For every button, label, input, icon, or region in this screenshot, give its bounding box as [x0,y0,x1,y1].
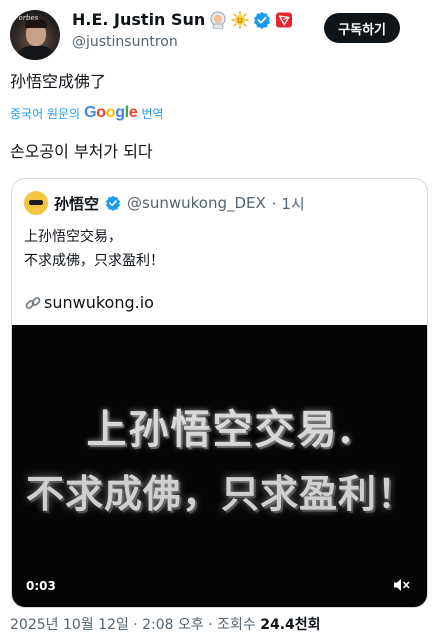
view-count: 24.4천회 [260,617,321,633]
tweet-header: Forbes H.E. Justin Sun @justinsuntron 구독… [10,8,430,60]
video-caption-line-1: 上孙悟空交易. [86,406,355,453]
quoted-author-avatar[interactable] [24,191,48,215]
quoted-link[interactable]: sunwukong.io [24,293,154,312]
author-handle[interactable]: @justinsuntron [72,34,178,50]
avatar-magazine-logo: Forbes [14,14,39,22]
google-logo: Google [84,104,138,121]
quoted-author-name[interactable]: 孙悟空 [54,193,99,214]
subscribe-button[interactable]: 구독하기 [324,13,400,43]
quoted-tweet-header: 孙悟空 @sunwukong_DEX · 1시 [24,191,305,215]
translation-attribution[interactable]: 중국어 원문의 Google 번역 [10,104,164,122]
author-avatar[interactable]: Forbes [10,10,60,60]
translate-suffix: 번역 [141,106,164,121]
video-player[interactable]: 上孙悟空交易. 不求成佛，只求盈利！ 0:03 [12,325,427,607]
quoted-link-text: sunwukong.io [44,293,154,312]
quoted-tweet-body: 上孙悟空交易， 不求成佛，只求盈利！ [24,225,164,273]
quoted-timestamp[interactable]: · 1시 [272,193,305,214]
quoted-line-2: 不求成佛，只求盈利！ [24,253,164,269]
link-chain-icon [25,296,41,309]
sun-emoji-icon [231,11,249,28]
sunglasses-icon [29,200,43,205]
author-display-name[interactable]: H.E. Justin Sun [72,10,205,29]
avatar-suit [16,46,56,60]
quoted-verified-badge-icon [105,195,121,211]
author-name-row: H.E. Justin Sun [72,10,293,29]
tweet-metadata: 2025년 10월 12일 · 2:08 오후 · 조회수 24.4천회 [10,614,321,634]
video-timestamp: 0:03 [26,579,56,593]
translated-text: 손오공이 부처가 되다 [10,142,153,161]
tweet-text: 孙悟空成佛了 [10,72,107,91]
verified-badge-icon [254,11,271,29]
mute-icon[interactable] [391,575,411,595]
tweet-date-time[interactable]: 2025년 10월 12일 · 2:08 오후 · 조회수 [10,617,256,633]
video-caption-line-2: 不求成佛，只求盈利！ [25,471,416,516]
quoted-author-handle[interactable]: @sunwukong_DEX [127,194,266,212]
quoted-tweet-card[interactable]: 孙悟空 @sunwukong_DEX · 1시 上孙悟空交易， 不求成佛，只求盈… [11,178,428,608]
quoted-line-1: 上孙悟空交易， [24,229,122,245]
translate-prefix: 중국어 원문의 [10,106,81,121]
tron-logo-icon [276,12,293,27]
astronaut-emoji-icon [210,11,226,29]
